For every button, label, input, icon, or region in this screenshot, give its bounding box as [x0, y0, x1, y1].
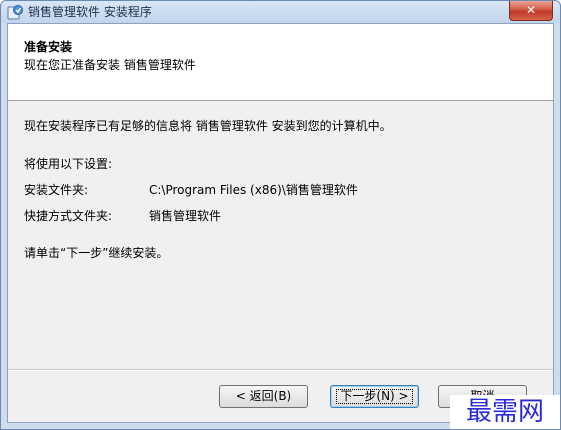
wizard-client-area: 准备安装 现在您正准备安装 销售管理软件 现在安装程序已有足够的信息将 销售管理… [7, 23, 554, 423]
shortcut-folder-label: 快捷方式文件夹: [24, 209, 113, 223]
page-title: 准备安装 [24, 40, 73, 54]
focus-rectangle [336, 389, 413, 404]
next-button[interactable]: 下一步(N) > [330, 385, 419, 408]
window-title: 销售管理软件 安装程序 [28, 5, 152, 19]
page-subtitle: 现在您正准备安装 销售管理软件 [24, 58, 196, 72]
install-folder-value: C:\Program Files (x86)\销售管理软件 [149, 183, 358, 197]
shortcut-folder-value: 销售管理软件 [149, 209, 222, 223]
watermark-logo: 最需网 [450, 395, 560, 429]
back-button[interactable]: < 返回(B) [219, 385, 308, 408]
intro-text: 现在安装程序已有足够的信息将 销售管理软件 安装到您的计算机中。 [24, 119, 392, 133]
close-button[interactable] [509, 1, 553, 21]
installer-window: 销售管理软件 安装程序 准备安装 现在您正准备安装 销售管理软件 现在安装程序已… [0, 0, 561, 430]
settings-heading: 将使用以下设置: [24, 157, 113, 171]
back-button-label: < 返回(B) [235, 389, 292, 403]
installer-app-icon [7, 5, 23, 20]
instruction-text: 请单击“下一步”继续安装。 [24, 246, 169, 260]
button-separator [8, 369, 553, 371]
title-bar[interactable]: 销售管理软件 安装程序 [1, 1, 560, 23]
install-folder-label: 安装文件夹: [24, 183, 89, 197]
wizard-header: 准备安装 现在您正准备安装 销售管理软件 [8, 24, 553, 101]
